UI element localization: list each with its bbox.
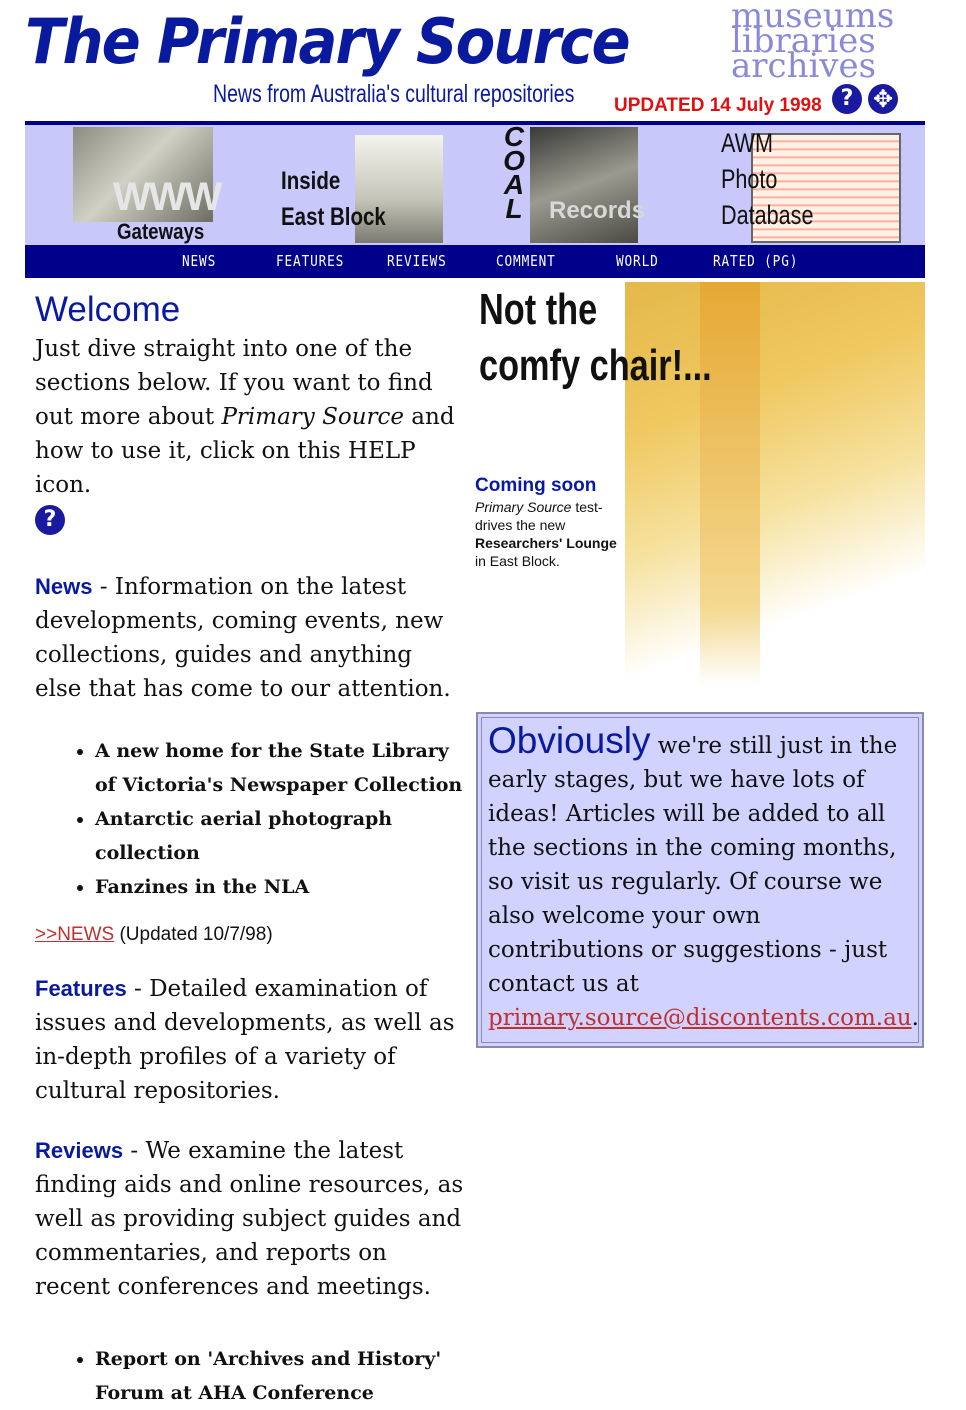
site-title: The Primary Source xyxy=(25,5,631,78)
east-block-line2: East Block xyxy=(281,203,386,231)
help-icon[interactable]: ? xyxy=(832,84,862,114)
coal-records-text: Records xyxy=(549,197,646,224)
masthead: The Primary Source News from Australia's… xyxy=(25,6,631,118)
news-item[interactable]: Fanzines in the NLA xyxy=(95,870,465,904)
coal-records-photo[interactable] xyxy=(530,127,638,243)
main-nav: NEWS FEATURES REVIEWS COMMENT WORLD RATE… xyxy=(25,245,925,278)
nav-news[interactable]: NEWS xyxy=(182,252,216,270)
welcome-heading: Welcome xyxy=(35,290,181,329)
news-link[interactable]: >>NEWS xyxy=(35,924,114,945)
features-section-link[interactable]: Features xyxy=(35,976,127,1001)
coming-soon-text-2: in East Block. xyxy=(475,553,560,569)
coming-soon-text: Primary Source test-drives the new Resea… xyxy=(475,498,625,570)
promo-headline-line2: comfy chair!... xyxy=(479,341,712,390)
coal-letter: L xyxy=(505,193,523,224)
welcome-text: Just dive straight into one of the secti… xyxy=(35,332,465,536)
news-updated-note: (Updated 10/7/98) xyxy=(114,924,273,945)
obviously-body: we're still just in the early stages, bu… xyxy=(488,733,898,997)
navigate-arrows-icon[interactable]: ✥ xyxy=(868,84,898,114)
museums-libraries-archives-logo[interactable]: museums libraries archives xyxy=(731,0,894,86)
reviews-list: Report on 'Archives and History' Forum a… xyxy=(35,1342,465,1410)
east-block-line1: Inside xyxy=(281,167,341,195)
obviously-lead: Obviously xyxy=(488,720,651,761)
reviews-section-link[interactable]: Reviews xyxy=(35,1138,123,1163)
news-link-line: >>NEWS (Updated 10/7/98) xyxy=(35,924,465,946)
news-item[interactable]: Antarctic aerial photograph collection xyxy=(95,802,465,870)
awm-line1: AWM xyxy=(721,128,773,158)
obviously-text: Obviously we're still just in the early … xyxy=(488,722,919,1035)
inside-east-block-link[interactable]: Inside East Block xyxy=(281,163,386,235)
help-icon[interactable]: ? xyxy=(35,505,65,535)
welcome-site-name: Primary Source xyxy=(221,404,404,430)
awm-photo-database-link[interactable]: AWM Photo Database xyxy=(721,125,813,233)
coal-vertical-label[interactable]: C O A L xyxy=(503,123,525,224)
coming-soon-title: Coming soon xyxy=(475,475,597,496)
awm-line2: Photo xyxy=(721,164,778,194)
coming-soon-site-name: Primary Source xyxy=(475,499,572,515)
logo-word-archives: archives xyxy=(731,46,877,86)
contact-email-link[interactable]: primary.source@discontents.com.au xyxy=(488,1005,912,1031)
updated-date: UPDATED 14 July 1998 xyxy=(614,95,822,116)
gateways-www-text: WWW xyxy=(113,175,222,219)
obviously-box: Obviously we're still just in the early … xyxy=(476,712,924,1048)
nav-features[interactable]: FEATURES xyxy=(276,252,344,270)
features-section: Features - Detailed examination of issue… xyxy=(35,972,465,1108)
nav-world[interactable]: WORLD xyxy=(616,252,659,270)
reviews-item[interactable]: Report on 'Archives and History' Forum a… xyxy=(95,1342,465,1410)
nav-rated-pg[interactable]: RATED (PG) xyxy=(713,252,798,270)
news-section: News - Information on the latest develop… xyxy=(35,570,465,706)
coming-soon-lounge: Researchers' Lounge xyxy=(475,535,617,551)
gateways-link[interactable]: Gateways xyxy=(117,219,204,245)
awm-line3: Database xyxy=(721,200,814,230)
reviews-section: Reviews - We examine the latest finding … xyxy=(35,1134,465,1304)
site-subtitle: News from Australia's cultural repositor… xyxy=(213,80,575,108)
news-list: A new home for the State Library of Vict… xyxy=(35,734,465,904)
promo-headline-line1: Not the xyxy=(479,285,598,334)
nav-reviews[interactable]: REVIEWS xyxy=(387,252,447,270)
nav-comment[interactable]: COMMENT xyxy=(496,252,556,270)
main-column: Welcome Just dive straight into one of t… xyxy=(35,290,465,1410)
news-item[interactable]: A new home for the State Library of Vict… xyxy=(95,734,465,802)
news-section-link[interactable]: News xyxy=(35,574,92,599)
news-description: - Information on the latest developments… xyxy=(35,574,451,702)
coming-soon-box: Coming soon Primary Source test-drives t… xyxy=(475,474,625,570)
obviously-end: . xyxy=(911,1005,919,1031)
section-banner: WWW Gateways Inside East Block C O A L R… xyxy=(25,123,925,245)
promo-headline: Not the comfy chair!... xyxy=(479,282,712,394)
